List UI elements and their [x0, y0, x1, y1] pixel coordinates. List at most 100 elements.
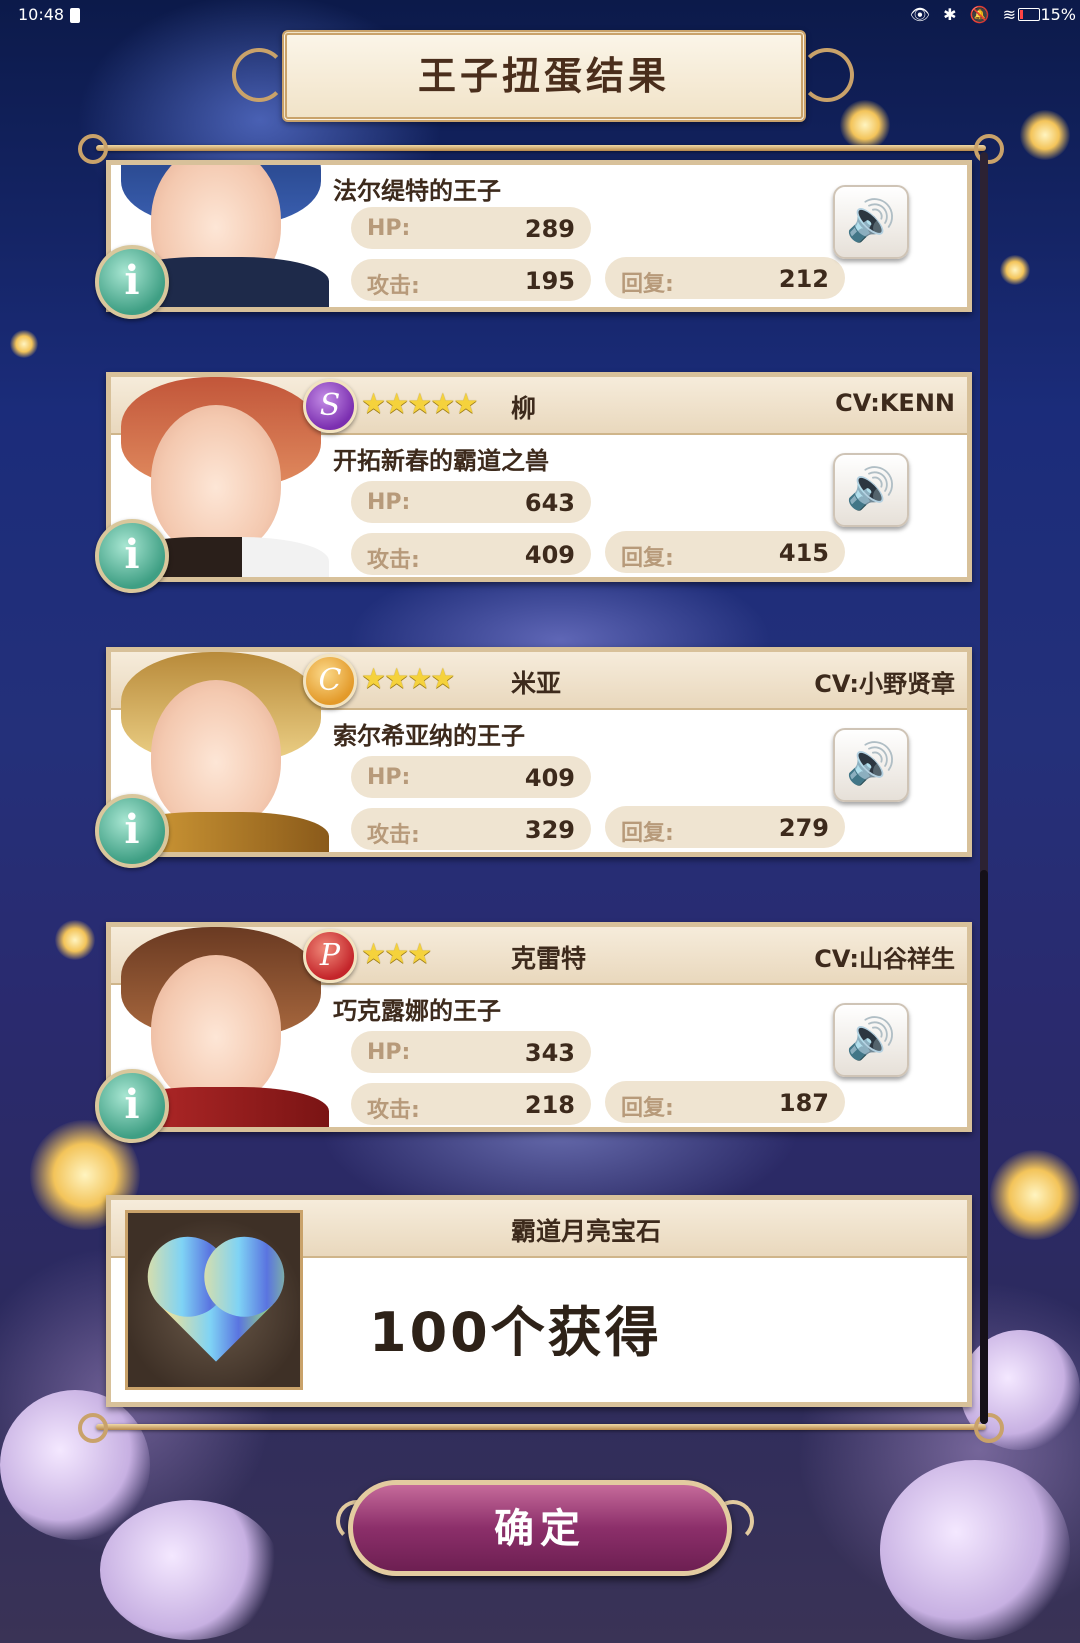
hp-stat: HP: 409 — [351, 756, 591, 798]
heal-stat: 回复: 279 — [605, 806, 845, 848]
prince-name: 克雷特 — [511, 944, 587, 973]
voice-play-button[interactable]: 🔊 — [833, 728, 909, 802]
rarity-badge: C — [303, 654, 357, 708]
prince-card: P ★★★ 克雷特 CV:山谷祥生 巧克露娜的王子 HP: 343 攻击: 21… — [95, 922, 972, 1143]
attack-stat: 攻击: 218 — [351, 1083, 591, 1125]
lantern-light — [55, 920, 95, 960]
info-button[interactable]: i — [95, 245, 169, 319]
lantern-light — [1020, 110, 1070, 160]
prince-title: 法尔缇特的王子 — [333, 177, 501, 205]
status-icons: 👁 ✱ 🔕 ≋ — [909, 5, 1020, 24]
hp-value: 409 — [524, 764, 575, 792]
voice-actor: CV:山谷祥生 — [814, 945, 955, 973]
lantern-light — [840, 100, 890, 150]
prince-title: 开拓新春的霸道之兽 — [333, 447, 549, 475]
title-right-ornament — [800, 48, 854, 102]
attack-value: 195 — [524, 267, 575, 295]
heal-value: 187 — [778, 1089, 829, 1117]
heal-stat: 回复: 187 — [605, 1081, 845, 1123]
hp-label: HP: — [367, 216, 411, 241]
heal-value: 279 — [778, 814, 829, 842]
star-rating: ★★★ — [361, 937, 432, 970]
attack-label: 攻击: — [367, 823, 420, 848]
page-title: 王子扭蛋结果 — [282, 30, 806, 122]
hp-value: 289 — [524, 215, 575, 243]
hp-label: HP: — [367, 1040, 411, 1065]
voice-actor: CV:KENN — [835, 389, 955, 417]
attack-label: 攻击: — [367, 548, 420, 573]
heal-label: 回复: — [621, 546, 674, 571]
heal-label: 回复: — [621, 272, 674, 297]
lantern-light — [990, 1150, 1080, 1240]
prince-card: i 法尔缇特的王子 HP: 289 攻击: 195 回复: 212 🔊 — [95, 160, 972, 319]
frame-top-rod — [96, 145, 986, 151]
prince-name: 米亚 — [511, 669, 562, 698]
rarity-badge: S — [303, 379, 357, 433]
speaker-icon: 🔊 — [846, 1016, 896, 1062]
hp-stat: HP: 343 — [351, 1031, 591, 1073]
item-reward-card: 霸道月亮宝石 100个获得 — [106, 1195, 972, 1407]
status-bar: 10:48 👁 ✱ 🔕 ≋ 15% — [0, 0, 1080, 30]
frame-bottom-left-knob — [78, 1413, 108, 1443]
voice-play-button[interactable]: 🔊 — [833, 185, 909, 259]
attack-stat: 攻击: 195 — [351, 259, 591, 301]
info-button[interactable]: i — [95, 1069, 169, 1143]
hp-label: HP: — [367, 490, 411, 515]
portrait-face — [151, 405, 281, 555]
heal-value: 212 — [778, 265, 829, 293]
item-name: 霸道月亮宝石 — [511, 1217, 662, 1246]
speaker-icon: 🔊 — [846, 198, 896, 244]
info-button[interactable]: i — [95, 794, 169, 868]
star-rating: ★★★★ — [361, 662, 455, 695]
attack-stat: 攻击: 329 — [351, 808, 591, 850]
speaker-icon: 🔊 — [846, 741, 896, 787]
prince-title: 巧克露娜的王子 — [333, 997, 501, 1025]
portrait-face — [151, 680, 281, 830]
hp-stat: HP: 643 — [351, 481, 591, 523]
confirm-button[interactable]: 确定 — [348, 1480, 732, 1576]
prince-name: 柳 — [511, 394, 537, 423]
attack-value: 329 — [524, 816, 575, 844]
flower-decoration — [880, 1460, 1070, 1640]
prince-card: C ★★★★ 米亚 CV:小野贤章 索尔希亚纳的王子 HP: 409 攻击: 3… — [95, 647, 972, 868]
attack-label: 攻击: — [367, 1098, 420, 1123]
frame-bottom-rod — [96, 1424, 986, 1430]
heal-stat: 回复: 415 — [605, 531, 845, 573]
speaker-icon: 🔊 — [846, 466, 896, 512]
frame-bottom-right-knob — [974, 1413, 1004, 1443]
hp-stat: HP: 289 — [351, 207, 591, 249]
attack-value: 218 — [524, 1091, 575, 1119]
title-left-ornament — [232, 48, 286, 102]
voice-play-button[interactable]: 🔊 — [833, 1003, 909, 1077]
item-amount: 100个获得 — [369, 1301, 662, 1364]
heal-label: 回复: — [621, 1096, 674, 1121]
frame-top-left-knob — [78, 134, 108, 164]
portrait-face — [151, 955, 281, 1105]
hp-value: 343 — [524, 1039, 575, 1067]
hp-value: 643 — [524, 489, 575, 517]
scrollbar-thumb[interactable] — [980, 870, 988, 1424]
flower-decoration — [100, 1500, 280, 1640]
rarity-badge: P — [303, 929, 357, 983]
lantern-light — [1000, 255, 1030, 285]
voice-actor: CV:小野贤章 — [814, 670, 955, 698]
flower-decoration — [0, 1390, 150, 1540]
gem-heart-icon — [159, 1248, 273, 1362]
attack-stat: 攻击: 409 — [351, 533, 591, 575]
status-time: 10:48 — [18, 5, 65, 24]
prince-title: 索尔希亚纳的王子 — [333, 722, 525, 750]
hp-label: HP: — [367, 765, 411, 790]
battery-icon — [1018, 8, 1040, 21]
info-button[interactable]: i — [95, 519, 169, 593]
frame-top-right-knob — [974, 134, 1004, 164]
item-thumbnail — [125, 1210, 303, 1390]
attack-label: 攻击: — [367, 274, 420, 299]
lantern-light — [10, 330, 38, 358]
attack-value: 409 — [524, 541, 575, 569]
heal-stat: 回复: 212 — [605, 257, 845, 299]
heal-value: 415 — [778, 539, 829, 567]
sim-icon — [70, 8, 80, 23]
voice-play-button[interactable]: 🔊 — [833, 453, 909, 527]
prince-card: S ★★★★★ 柳 CV:KENN 开拓新春的霸道之兽 HP: 643 攻击: … — [95, 372, 972, 593]
heal-label: 回复: — [621, 821, 674, 846]
